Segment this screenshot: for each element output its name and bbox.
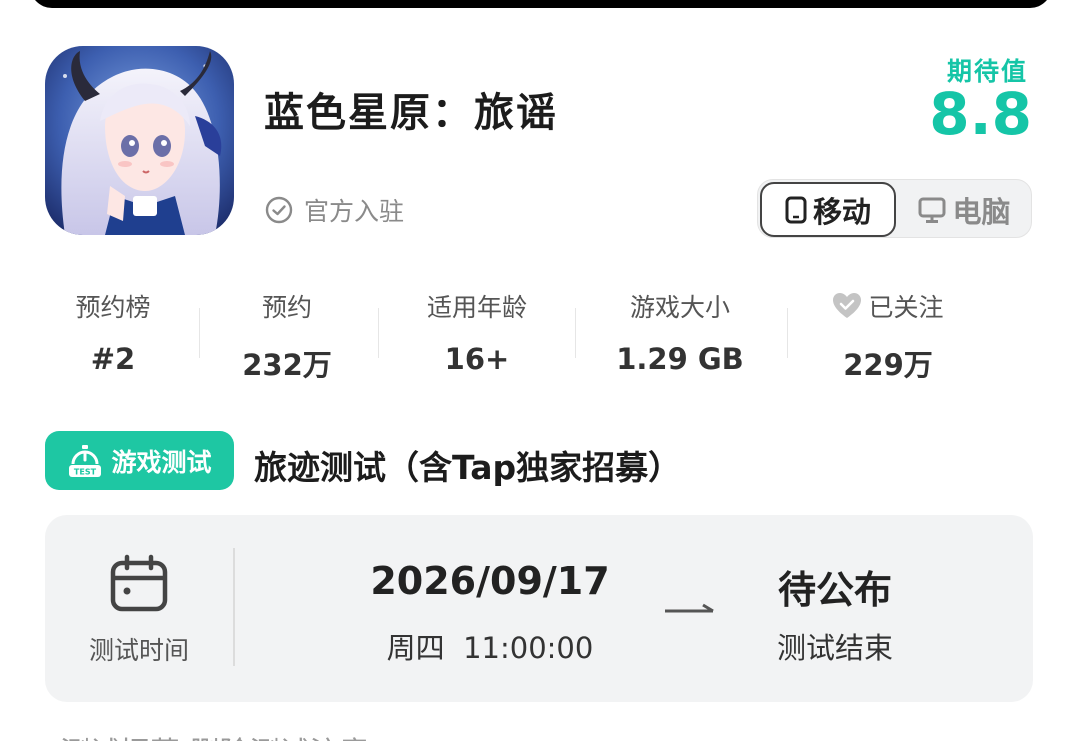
stat-followers-label-wrap: 已关注 (818, 284, 958, 328)
official-verified: 官方入驻 (264, 192, 404, 228)
test-start-time: 周四 11:00:00 (386, 631, 594, 665)
stat-rank[interactable]: 预约榜 #2 (52, 284, 174, 376)
app-title: 蓝色星原：旅谣 (264, 90, 558, 136)
arrow-right-icon (665, 603, 714, 613)
stat-age-value: 16+ (444, 342, 510, 376)
test-start-date: 2026/09/17 (370, 559, 610, 603)
monitor-icon (918, 196, 946, 224)
card-divider (233, 548, 235, 666)
platform-mobile-button[interactable]: 移动 (760, 182, 896, 237)
test-title[interactable]: 旅迹测试（含Tap独家招募） (254, 441, 681, 489)
stat-reservations-value: 232万 (242, 348, 332, 382)
test-end-label: 测试结束 (776, 631, 893, 665)
stat-divider (378, 308, 379, 358)
stat-size-value: 1.29 GB (616, 342, 744, 376)
stat-reservations-label: 预约 (261, 293, 312, 322)
platform-mobile-label: 移动 (812, 194, 871, 229)
stat-age[interactable]: 适用年龄 16+ (408, 284, 546, 376)
platform-toggle: 移动 电脑 (757, 179, 1032, 238)
expectation-score: 8.8 (929, 80, 1032, 148)
stat-divider (787, 308, 788, 358)
platform-pc-button[interactable]: 电脑 (898, 180, 1031, 239)
test-time-card[interactable]: 测试时间 2026/09/17 周四 11:00:00 待公布 测试结束 (45, 515, 1033, 702)
stat-rank-label: 预约榜 (75, 293, 151, 322)
stat-divider (199, 308, 200, 358)
partial-row-text: 测试招募 删除测试注意 (60, 728, 370, 741)
game-test-badge: TEST 游戏测试 (45, 431, 234, 490)
stat-reservations[interactable]: 预约 232万 (226, 284, 348, 384)
stats-row: 预约榜 #2 预约 232万 适用年龄 16+ 游戏大小 1.29 GB 已关注… (0, 284, 1080, 382)
verified-label: 官方入驻 (304, 197, 405, 226)
platform-pc-label: 电脑 (952, 194, 1011, 229)
status-bar (30, 0, 1052, 8)
heart-check-icon (833, 293, 862, 318)
game-test-badge-label: 游戏测试 (111, 447, 212, 477)
stat-followers-label: 已关注 (868, 293, 944, 322)
stat-size-label: 游戏大小 (629, 293, 730, 322)
test-end-status: 待公布 (777, 568, 892, 612)
stat-size[interactable]: 游戏大小 1.29 GB (604, 284, 756, 376)
check-circle-icon (265, 196, 293, 224)
app-icon-image (45, 46, 234, 235)
stat-followers[interactable]: 已关注 229万 (818, 284, 958, 384)
test-timer-icon: TEST (69, 444, 102, 477)
stat-age-label: 适用年龄 (426, 293, 527, 322)
test-time-label: 测试时间 (88, 636, 189, 665)
stat-rank-value: #2 (90, 342, 136, 376)
calendar-icon (110, 554, 168, 612)
stat-divider (575, 308, 576, 358)
phone-icon (785, 196, 807, 224)
stat-followers-value: 229万 (843, 348, 933, 382)
app-icon[interactable] (45, 46, 234, 235)
svg-text:TEST: TEST (74, 467, 97, 476)
